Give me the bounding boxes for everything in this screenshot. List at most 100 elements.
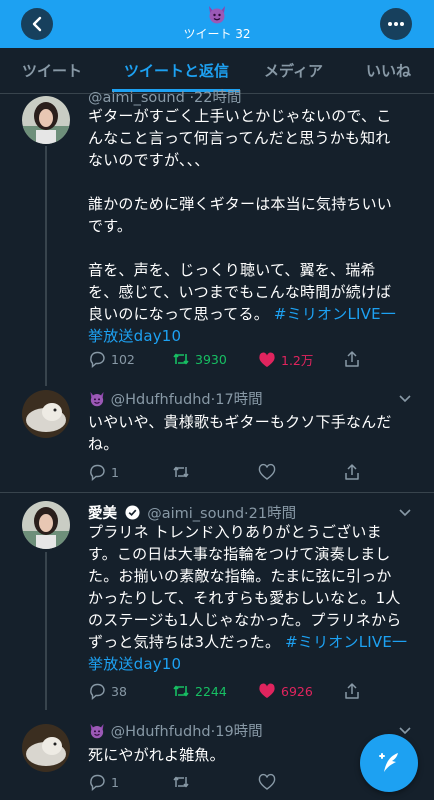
tweet-text: プラリネ トレンド入りありがとうございま す。この日は大事な指輪をつけて演奏しま…: [88, 521, 420, 675]
tweet-line: です。: [88, 217, 133, 235]
handle[interactable]: @Hdufhfudhd: [111, 724, 211, 740]
share-icon: [345, 351, 359, 367]
hashtag-link[interactable]: 挙放送day10: [88, 653, 420, 675]
tweet-line: 音を、声を、じっくり聴いて、翼を、瑞希: [88, 261, 376, 279]
handle[interactable]: @Hdufhfudhd: [111, 392, 211, 408]
timestamp[interactable]: 21時間: [249, 506, 296, 522]
reply-icon: [90, 774, 105, 791]
tweet-meta: @Hdufhfudhd·17時間: [88, 388, 263, 409]
retweet-icon: [173, 353, 189, 365]
tweet-text: いやいや、貴様歌もギターもクソ下手なんだ ね。: [88, 411, 420, 455]
chevron-down-icon[interactable]: [398, 394, 412, 404]
retweet-count: 3930: [195, 351, 227, 367]
heart-filled-icon: [259, 352, 275, 367]
more-options-button[interactable]: [380, 8, 412, 40]
avatar[interactable]: [22, 390, 70, 438]
tweet-actions: 102 3930 1.2万: [88, 350, 378, 370]
like-button[interactable]: 1.2万: [258, 350, 313, 369]
tweet[interactable]: @Hdufhfudhd·17時間 いやいや、貴様歌もギターもクソ下手なんだ ね。…: [0, 384, 434, 492]
tweet-line: かったりして、それすらも愛おしいなと。1人: [88, 589, 401, 607]
verified-badge-icon: [125, 505, 140, 520]
tweet-line: プラリネ トレンド入りありがとうございま: [88, 523, 382, 541]
tweet-line: のステージも1人じゃなかった。プラリネから: [88, 611, 402, 629]
page-title: ツイート 32: [183, 27, 251, 41]
reply-count: 38: [111, 683, 127, 699]
retweet-button[interactable]: [172, 773, 195, 791]
handle[interactable]: @aimi_sound: [147, 506, 244, 522]
handle[interactable]: @aimi_sound: [88, 90, 185, 106]
tweet-line: 良いのになって思ってる。 #ミリオンLIVE一: [88, 305, 396, 323]
tweet[interactable]: @aimi_sound ·22時間 ギターがすごく上手いとかじゃないので、こ ん…: [0, 90, 434, 384]
share-button[interactable]: [343, 350, 366, 368]
avatar[interactable]: [22, 501, 70, 549]
tweet-line: ないのですが、、、: [88, 151, 210, 169]
hashtag-link[interactable]: #ミリオンLIVE一: [274, 305, 396, 323]
tweet-line: いやいや、貴様歌もギターもクソ下手なんだ: [88, 413, 392, 431]
tweet-actions: 38 2244 6926: [88, 682, 378, 702]
tweet-line: す。この日は大事な指輪をつけて演奏しまし: [88, 545, 391, 563]
like-button[interactable]: [258, 773, 281, 791]
timestamp[interactable]: 17時間: [215, 392, 262, 408]
chevron-down-icon[interactable]: [398, 508, 412, 518]
reply-button[interactable]: 1: [88, 773, 119, 791]
timestamp[interactable]: 19時間: [215, 724, 262, 740]
retweet-count: 2244: [195, 683, 227, 699]
reply-button[interactable]: 102: [88, 350, 135, 368]
share-button[interactable]: [343, 463, 366, 481]
reply-icon: [90, 464, 105, 481]
compose-tweet-button[interactable]: [360, 734, 418, 792]
avatar-photo: [22, 501, 70, 549]
retweet-icon: [173, 466, 189, 478]
reply-count: 1: [111, 464, 119, 480]
top-header: ツイート 32: [0, 0, 434, 48]
tweet-meta: @Hdufhfudhd·19時間: [88, 720, 263, 741]
retweet-icon: [173, 685, 189, 697]
devil-emoji-icon: [209, 6, 225, 24]
tweet-line: ね。: [88, 435, 119, 453]
tweet-line: ずっと気持ちは3人だった。 #ミリオンLIVE一: [88, 633, 408, 651]
timestamp[interactable]: 22時間: [194, 90, 241, 106]
compose-tweet-icon: [379, 753, 398, 772]
avatar-photo: [22, 96, 70, 144]
share-icon: [345, 464, 359, 480]
reply-button[interactable]: 1: [88, 463, 119, 481]
avatar[interactable]: [22, 724, 70, 772]
reply-icon: [90, 351, 105, 368]
tab-tweets-and-replies[interactable]: ツイートと返信: [124, 60, 229, 81]
avatar[interactable]: [22, 96, 70, 144]
share-button[interactable]: [343, 682, 366, 700]
hashtag-link[interactable]: #ミリオンLIVE一: [285, 633, 407, 651]
devil-emoji-icon: [90, 723, 104, 739]
tweet[interactable]: 愛美 @aimi_sound·21時間 プラリネ トレンド入りありがとうございま…: [0, 493, 434, 707]
avatar-photo: [22, 724, 70, 772]
heart-icon: [258, 773, 276, 790]
tab-likes[interactable]: いいね: [366, 60, 411, 81]
tweet-line: [88, 171, 420, 193]
tweet-line: んなこと言って何言ってんだと思うかも知れ: [88, 129, 391, 147]
like-button[interactable]: [258, 463, 281, 481]
share-icon: [345, 683, 359, 699]
heart-filled-icon: [259, 683, 275, 698]
devil-emoji-icon: [90, 391, 104, 407]
tab-tweets[interactable]: ツイート: [22, 60, 82, 81]
tweet-actions: 1: [88, 773, 378, 793]
reply-icon: [90, 683, 105, 700]
tweet-line: ギターがすごく上手いとかじゃないので、こ: [88, 107, 392, 125]
hashtag-link[interactable]: 挙放送day10: [88, 325, 420, 347]
like-button[interactable]: 6926: [258, 682, 313, 700]
reply-button[interactable]: 38: [88, 682, 127, 700]
retweet-button[interactable]: [172, 463, 195, 481]
retweet-button[interactable]: 3930: [172, 350, 227, 368]
display-name[interactable]: 愛美: [88, 506, 117, 522]
reply-count: 102: [111, 351, 135, 367]
retweet-icon: [173, 776, 189, 788]
tab-media[interactable]: メディア: [264, 60, 323, 81]
tweet-actions: 1: [88, 463, 378, 483]
tweet-text: ギターがすごく上手いとかじゃないので、こ んなこと言って何言ってんだと思うかも知…: [88, 105, 420, 347]
tweet-line: 誰かのために弾くギターは本当に気持ちいい: [88, 195, 393, 213]
like-count: 6926: [281, 683, 313, 699]
tweet-line: を、感じて、いつまでもこんな時間が続けば: [88, 283, 392, 301]
retweet-button[interactable]: 2244: [172, 682, 227, 700]
chevron-down-icon[interactable]: [398, 726, 412, 736]
tweet-line: [88, 237, 420, 259]
